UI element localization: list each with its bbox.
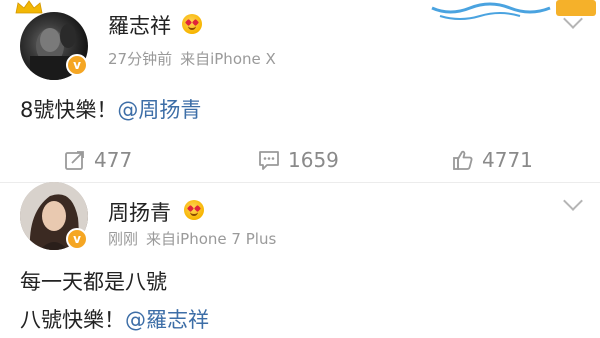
emoji-icon bbox=[184, 200, 204, 220]
comment-button[interactable]: 1659 bbox=[258, 146, 339, 174]
post-text-line-1: 每一天都是八號 bbox=[20, 270, 167, 294]
post-time: 27分钟前 bbox=[108, 50, 173, 68]
like-count: 4771 bbox=[482, 148, 533, 172]
repost-button[interactable]: 477 bbox=[64, 146, 132, 174]
chevron-down-icon[interactable] bbox=[563, 191, 583, 211]
comment-icon bbox=[259, 151, 279, 170]
author-name[interactable]: 周扬青 bbox=[108, 197, 171, 227]
post-meta: 27分钟前 来自iPhone X bbox=[108, 48, 276, 69]
comment-count: 1659 bbox=[288, 148, 339, 172]
verified-badge: v bbox=[66, 228, 88, 250]
verified-badge: v bbox=[66, 54, 88, 76]
mention-link[interactable]: @羅志祥 bbox=[125, 308, 209, 332]
post-meta: 刚刚 来自iPhone 7 Plus bbox=[108, 228, 276, 249]
post-content: 8號快樂！@周扬青 bbox=[20, 94, 201, 124]
emoji-icon bbox=[182, 14, 202, 34]
post-text: 8號快樂！ bbox=[20, 98, 118, 122]
post-source[interactable]: 来自iPhone 7 Plus bbox=[146, 230, 276, 248]
like-icon bbox=[453, 150, 473, 170]
mention-link[interactable]: @周扬青 bbox=[117, 98, 201, 122]
post-time: 刚刚 bbox=[108, 230, 139, 248]
author-name[interactable]: 羅志祥 bbox=[108, 10, 171, 40]
weibo-feed: v 羅志祥 27分钟前 来自iPhone X 8號快樂！@周扬青 477 165… bbox=[0, 0, 600, 338]
post-source[interactable]: 来自iPhone X bbox=[180, 50, 276, 68]
post-text: 八號快樂！ bbox=[20, 308, 125, 332]
crown-icon bbox=[15, 0, 43, 14]
repost-count: 477 bbox=[94, 148, 133, 172]
post-text-line-2: 八號快樂！@羅志祥 bbox=[20, 304, 209, 334]
post-divider bbox=[0, 182, 600, 183]
like-button[interactable]: 4771 bbox=[452, 146, 533, 174]
repost-icon bbox=[65, 151, 84, 170]
